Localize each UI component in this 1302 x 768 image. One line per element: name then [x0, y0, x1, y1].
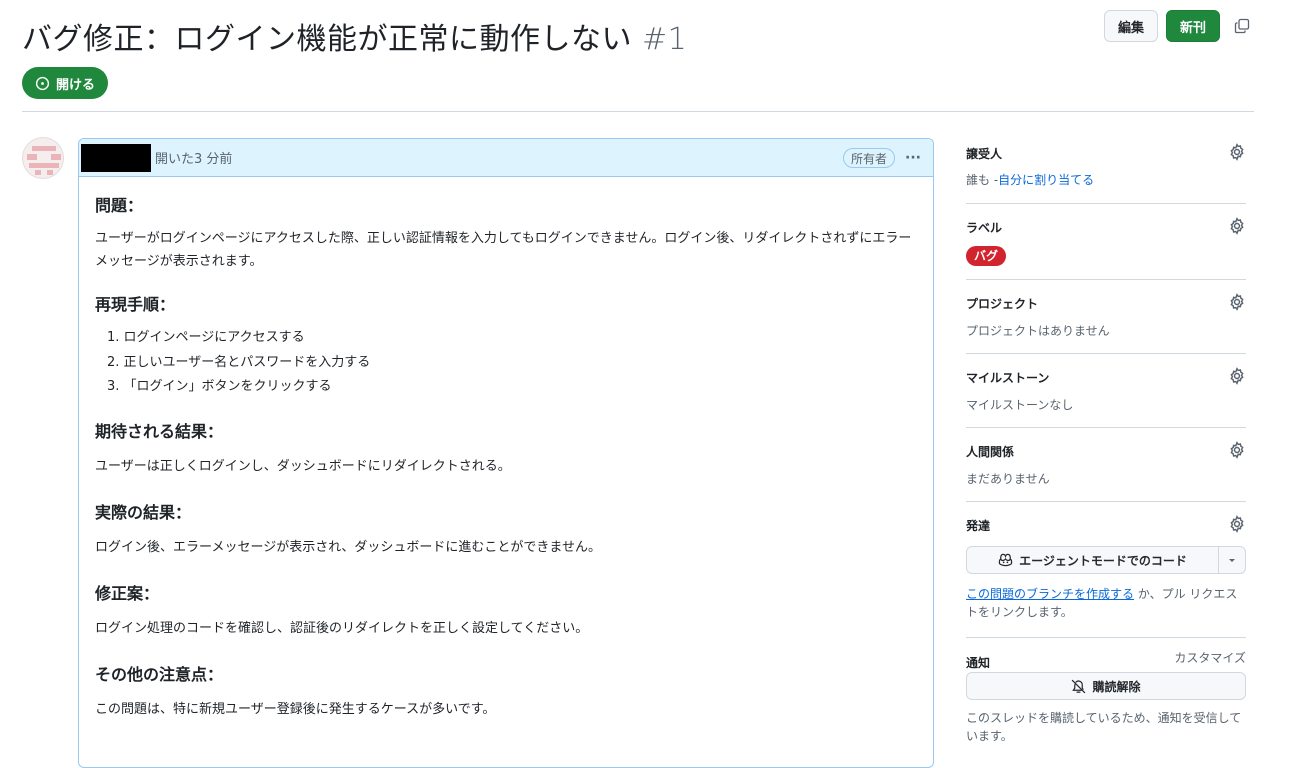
section-text: この問題は、特に新規ユーザー登録後に発生するケースが多いです。	[95, 701, 496, 717]
list-item: 1. ログインページにアクセスする	[107, 330, 305, 345]
opened-timestamp[interactable]: 開いた3 分前	[155, 148, 232, 167]
gear-icon[interactable]	[1228, 367, 1246, 385]
issue-opened-icon	[35, 76, 50, 90]
owner-badge: 所有者	[842, 148, 895, 168]
comment-options-icon[interactable]: ···	[903, 148, 923, 168]
development-title: 発達	[966, 519, 991, 533]
copilot-icon	[998, 553, 1013, 567]
new-issue-button[interactable]: 新刊	[1166, 10, 1220, 42]
issue-sidebar: 譲受人 誰も -自分に割り当てる ラベル バグ プロジェクト プロジェクトはあり…	[966, 138, 1246, 758]
notifications-text-2: います。	[966, 729, 1013, 743]
avatar[interactable]	[22, 137, 64, 179]
assignees-title: 譲受人	[966, 147, 1003, 161]
development-text-1: か、プル リクエス	[1134, 587, 1238, 601]
section-heading: 実際の結果：	[95, 502, 192, 522]
gear-icon[interactable]	[1228, 217, 1246, 235]
section-text: ユーザーは正しくログインし、ダッシュボードにリダイレクトされる。	[95, 458, 511, 474]
assign-yourself-link[interactable]: 自分に割り当てる	[998, 173, 1094, 187]
projects-empty-text: プロジェクトはありません	[966, 324, 1110, 338]
gear-icon[interactable]	[1228, 143, 1246, 161]
projects-section: プロジェクト プロジェクトはありません	[966, 280, 1246, 354]
gear-icon[interactable]	[1228, 515, 1246, 533]
no-assignee-text: 誰も -	[966, 173, 999, 187]
code-agent-mode-main[interactable]: エージェントモードでのコード	[967, 547, 1219, 573]
section-text: ユーザーがログインページにアクセスした際、正しい認証情報を入力してもログインでき…	[95, 231, 912, 269]
projects-title: プロジェクト	[966, 297, 1039, 311]
issue-state-label: 開ける	[55, 77, 95, 93]
relationships-title: 人間関係	[966, 445, 1015, 459]
section-heading: 再現手順：	[95, 295, 176, 314]
unsubscribe-button[interactable]: 購読解除	[966, 672, 1246, 700]
bell-slash-icon	[1072, 679, 1086, 693]
section-heading: 期待される結果：	[95, 421, 224, 441]
development-text-2: トをリンクします。	[966, 605, 1073, 619]
relationships-empty-text: まだありません	[966, 472, 1050, 486]
milestone-section: マイルストーン マイルストーンなし	[966, 354, 1246, 428]
section-text: ログイン処理のコードを確認し、認証後のリダイレクトを正しく設定してください。	[95, 620, 589, 636]
code-agent-mode-button[interactable]: エージェントモードでのコード	[966, 546, 1246, 574]
relationships-section: 人間関係 まだありません	[966, 428, 1246, 502]
section-heading: 問題：	[95, 196, 144, 215]
notifications-text-1: このスレッドを購読しているため、通知を受信して	[966, 711, 1242, 725]
section-text: ログイン後、エラーメッセージが表示され、ダッシュボードに進むことができません。	[95, 539, 601, 555]
list-item: 2. 正しいユーザー名とパスワードを入力する	[107, 354, 371, 370]
assignees-section: 譲受人 誰も -自分に割り当てる	[966, 138, 1246, 204]
issue-header: バグ修正：ログイン機能が正常に動作しない #1 編集 新刊 開ける	[22, 10, 1254, 112]
section-heading: その他の注意点：	[95, 664, 224, 684]
gear-icon[interactable]	[1228, 441, 1246, 459]
section-heading: 修正案：	[95, 583, 160, 603]
steps-list: 1. ログインページにアクセスする 2. 正しいユーザー名とパスワードを入力する…	[95, 326, 917, 400]
create-branch-link[interactable]: この問題のブランチを作成する	[966, 587, 1134, 601]
notifications-title: 通知	[966, 656, 991, 670]
milestone-title: マイルストーン	[966, 371, 1050, 385]
author-name-redacted[interactable]	[81, 143, 151, 172]
labels-title: ラベル	[966, 221, 1003, 235]
unsubscribe-label: 購読解除	[1092, 679, 1141, 694]
list-item: 3. 「ログイン」ボタンをクリックする	[107, 379, 332, 394]
comment-body: 問題： ユーザーがログインページにアクセスした際、正しい認証情報を入力してもログ…	[79, 194, 933, 721]
issue-title-text: バグ修正：ログイン機能が正常に動作しない	[22, 22, 632, 57]
copy-icon[interactable]	[1230, 14, 1254, 38]
milestone-empty-text: マイルストーンなし	[966, 398, 1074, 412]
comment-header: 開いた3 分前 所有者 ···	[79, 139, 933, 177]
issue-number: #1	[642, 22, 688, 57]
issue-comment: 開いた3 分前 所有者 ··· 問題： ユーザーがログインページにアクセスした際…	[78, 138, 934, 768]
issue-state-badge: 開ける	[22, 67, 108, 99]
customize-link[interactable]: カスタマイズ	[1174, 649, 1246, 666]
triangle-down-icon[interactable]	[1219, 547, 1245, 573]
header-actions: 編集 新刊	[1104, 10, 1254, 42]
labels-section: ラベル バグ	[966, 204, 1246, 280]
edit-button[interactable]: 編集	[1104, 10, 1158, 42]
label-bug[interactable]: バグ	[966, 245, 1007, 266]
gear-icon[interactable]	[1228, 293, 1246, 311]
issue-title: バグ修正：ログイン機能が正常に動作しない #1	[22, 14, 687, 58]
code-agent-mode-label: エージェントモードでのコード	[1019, 553, 1187, 568]
